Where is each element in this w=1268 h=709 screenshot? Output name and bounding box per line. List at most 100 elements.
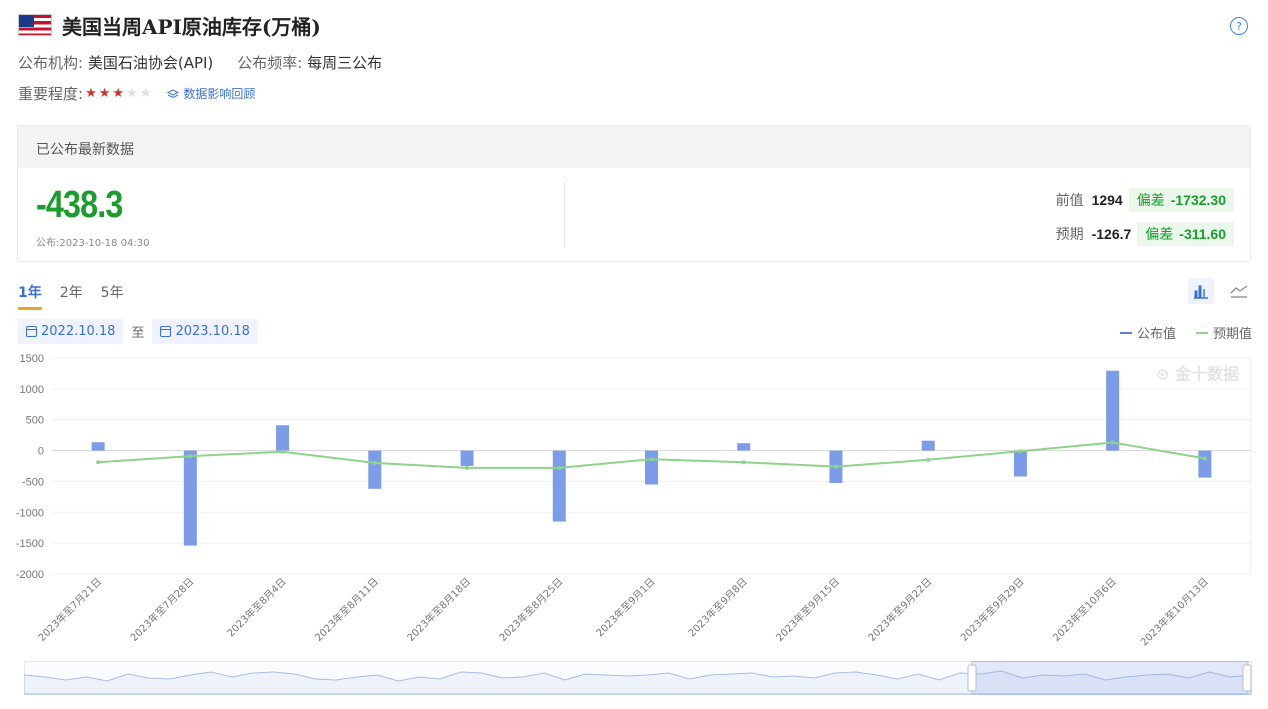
chart-legend: 公布值 预期值	[1119, 323, 1252, 342]
start-date-picker[interactable]: 2022.10.18	[18, 319, 124, 344]
star-empty-icon: ★	[126, 86, 138, 101]
chart-type-switch	[1188, 278, 1252, 304]
x-tick-label: 2023年至10月6日	[1050, 575, 1119, 644]
bar-actual	[183, 450, 197, 546]
star-filled-icon: ★	[112, 86, 125, 101]
start-date: 2022.10.18	[41, 324, 116, 339]
freq-label: 公布频率:	[237, 54, 303, 72]
forecast-point	[280, 449, 285, 454]
tab-5-years[interactable]: 5年	[101, 282, 124, 302]
line-chart-button[interactable]	[1226, 278, 1252, 304]
x-tick-label: 2023年至7月28日	[127, 575, 196, 644]
x-tick-label: 2023年至9月8日	[685, 575, 749, 639]
panel-divider	[564, 182, 565, 248]
forecast-label: 预期	[1055, 227, 1084, 243]
legend-actual-label: 公布值	[1136, 327, 1176, 342]
zoom-selected-window	[971, 661, 1249, 695]
y-tick-label: -2000	[16, 569, 44, 581]
bar-actual	[737, 443, 751, 451]
y-tick-label: -500	[22, 476, 44, 488]
tab-2-years[interactable]: 2年	[60, 282, 83, 302]
y-tick-label: 500	[26, 415, 44, 427]
date-separator: 至	[131, 326, 145, 341]
x-tick-label: 2023年至8月18日	[404, 575, 473, 644]
x-tick-label: 2023年至7月21日	[35, 575, 104, 644]
star-empty-icon: ★	[139, 86, 152, 101]
bar-actual	[921, 440, 935, 451]
forecast-value: -126.7	[1091, 226, 1132, 242]
layers-icon	[167, 88, 180, 98]
forecast-point	[1110, 440, 1115, 445]
forecast-point	[833, 464, 838, 469]
bar-actual	[1198, 450, 1212, 478]
bar-chart-button[interactable]	[1188, 278, 1214, 304]
bar-actual	[91, 442, 105, 451]
help-icon[interactable]: ?	[1230, 17, 1248, 35]
importance-stars: ★ ★ ★ ★ ★	[85, 86, 151, 101]
x-tick-label: 2023年至8月11日	[312, 575, 381, 644]
forecast-diff-label: 偏差	[1145, 226, 1174, 242]
bar-actual	[1106, 370, 1120, 451]
forecast-point	[1018, 449, 1023, 454]
x-tick-label: 2023年至8月25日	[496, 575, 565, 644]
tab-1-year[interactable]: 1年	[18, 282, 42, 310]
calendar-icon	[160, 326, 172, 337]
data-impact-review-link[interactable]: 数据影响回顾	[167, 85, 255, 102]
bar-actual	[1013, 450, 1027, 477]
y-tick-label: 0	[38, 446, 44, 458]
forecast-diff: 偏差 -311.60	[1137, 222, 1234, 246]
legend-forecast[interactable]: 预期值	[1195, 323, 1252, 342]
data-zoom-slider[interactable]	[24, 661, 1252, 695]
bar-chart-icon	[1194, 285, 1208, 299]
end-date: 2023.10.18	[175, 324, 250, 339]
y-tick-label: 1500	[20, 353, 44, 365]
previous-value: 1294	[1091, 192, 1123, 208]
end-date-picker[interactable]: 2023.10.18	[152, 319, 258, 344]
x-tick-label: 2023年至9月1日	[593, 575, 657, 639]
importance-row: 重要程度: ★ ★ ★ ★ ★ 数据影响回顾	[18, 83, 255, 104]
previous-compare: 前值 1294 偏差 -1732.30	[1056, 188, 1234, 212]
forecast-point	[557, 465, 562, 470]
forecast-point	[465, 465, 470, 470]
api-crude-inventory-chart: 1500 1000 500 0 -500 -1000 -1500 -2000 ⊙ 金十数据 202…	[16, 353, 1252, 648]
bar-actual	[276, 425, 290, 451]
forecast-compare: 预期 -126.7 偏差 -311.60	[1056, 222, 1234, 246]
calendar-icon	[26, 326, 37, 337]
x-tick-label: 2023年至9月15日	[773, 575, 842, 644]
legend-actual[interactable]: 公布值	[1119, 323, 1176, 342]
previous-label: 前值	[1055, 193, 1084, 209]
x-tick-label: 2023年至9月29日	[958, 575, 1027, 644]
meta-row: 公布机构: 美国石油协会(API) 公布频率: 每周三公布	[18, 52, 382, 73]
x-tick-label: 2023年至8月4日	[224, 575, 288, 639]
bar-actual	[460, 450, 474, 466]
zoom-right-handle	[1242, 664, 1252, 692]
bar-actual	[645, 450, 658, 485]
forecast-point	[188, 454, 193, 459]
review-link-label: 数据影响回顾	[183, 87, 256, 101]
forecast-point	[926, 457, 931, 462]
legend-forecast-label: 预期值	[1212, 327, 1252, 342]
x-tick-label: 2023年至10月13日	[1138, 575, 1211, 648]
org-label: 公布机构:	[18, 54, 84, 72]
bar-actual	[368, 450, 382, 489]
previous-diff-label: 偏差	[1136, 192, 1165, 208]
us-flag-icon	[18, 14, 52, 36]
importance-label: 重要程度:	[18, 85, 84, 103]
org-value: 美国石油协会(API)	[87, 54, 214, 72]
actual-value: -438.3	[36, 184, 123, 226]
panel-heading: 已公布最新数据	[18, 126, 1250, 168]
x-tick-label: 2023年至9月22日	[865, 575, 934, 644]
latest-data-panel: 已公布最新数据 -438.3 公布:2023-10-18 04:30 前值 12…	[17, 125, 1251, 262]
freq-info: 公布频率: 每周三公布	[237, 52, 382, 73]
org-info: 公布机构: 美国石油协会(API)	[18, 52, 213, 73]
previous-diff-value: -1732.30	[1170, 192, 1226, 208]
publish-time: 公布:2023-10-18 04:30	[36, 238, 150, 249]
zoom-left-handle	[967, 664, 977, 692]
page-title: 美国当周API原油库存(万桶)	[62, 14, 321, 39]
freq-value: 每周三公布	[307, 54, 383, 72]
previous-diff: 偏差 -1732.30	[1128, 188, 1234, 212]
y-tick-label: -1000	[16, 507, 44, 519]
forecast-point	[372, 460, 377, 465]
star-filled-icon: ★	[98, 86, 111, 101]
legend-forecast-swatch	[1195, 331, 1208, 334]
